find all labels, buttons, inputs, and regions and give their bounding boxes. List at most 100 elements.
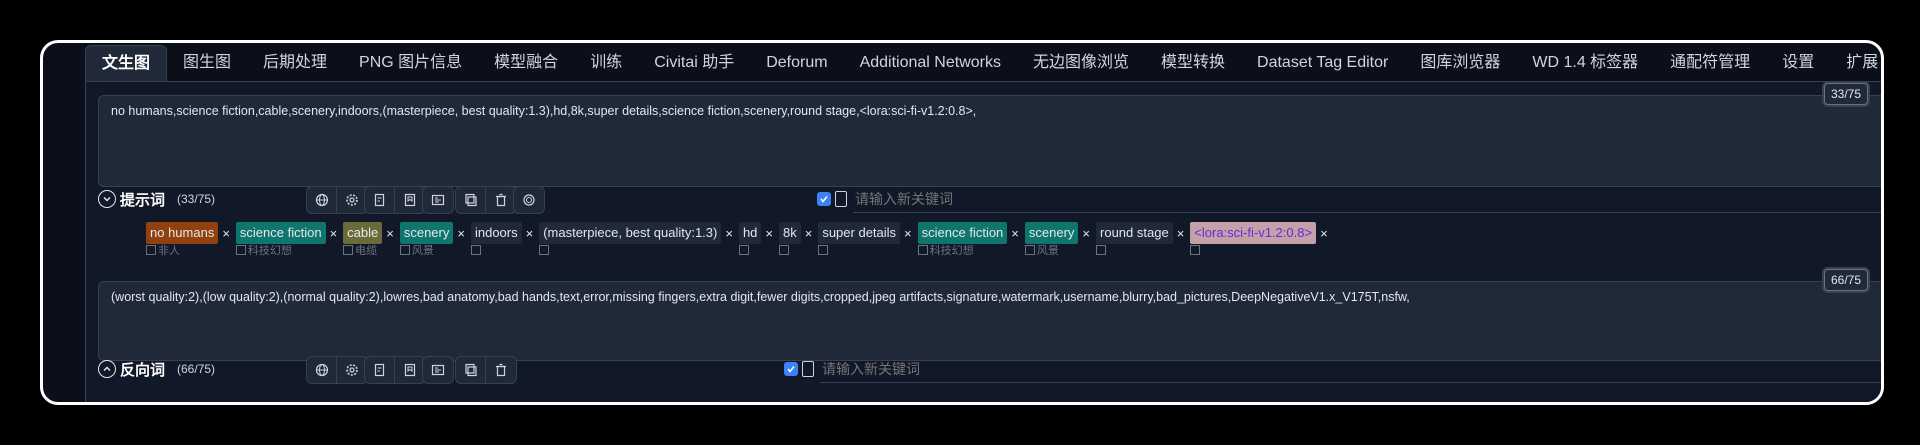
text-cursor-icon bbox=[835, 191, 847, 207]
negative-keyword-checkbox[interactable] bbox=[784, 362, 798, 376]
remove-tag-icon[interactable]: × bbox=[1320, 226, 1328, 241]
translate-button[interactable] bbox=[423, 187, 453, 213]
tab-1[interactable]: 图生图 bbox=[167, 45, 247, 81]
app-frame: 文生图 图生图 后期处理 PNG 图片信息 模型融合 训练 Civitai 助手 Deforu… bbox=[40, 40, 1884, 405]
text-cursor-icon bbox=[802, 361, 814, 377]
prompt-keyword-checkbox[interactable] bbox=[817, 192, 831, 206]
tag-text[interactable]: scenery bbox=[1024, 222, 1079, 244]
tab-12[interactable]: 图库浏览器 bbox=[1404, 45, 1516, 81]
translation-box-icon bbox=[399, 245, 410, 255]
translation-box-icon bbox=[235, 245, 246, 255]
copy-button[interactable] bbox=[456, 187, 486, 213]
tab-10[interactable]: 模型转换 bbox=[1145, 45, 1241, 81]
chevron-down-icon bbox=[98, 190, 116, 208]
prompt-keyword-input[interactable] bbox=[853, 190, 1881, 208]
tab-7[interactable]: Deforum bbox=[750, 45, 843, 81]
negative-edit-group bbox=[455, 356, 517, 384]
prompt-ai-group bbox=[513, 186, 545, 214]
prompt-textarea[interactable]: no humans,science fiction,cable,scenery,… bbox=[98, 95, 1881, 187]
tag-text[interactable]: indoors bbox=[470, 222, 522, 244]
tag-text[interactable]: (masterpiece, best quality:1.3) bbox=[539, 222, 722, 244]
tag-chip[interactable]: round stage × bbox=[1096, 222, 1184, 262]
tag-translation bbox=[779, 244, 812, 258]
openai-button[interactable] bbox=[514, 187, 544, 213]
tag-chip[interactable]: indoors × bbox=[470, 222, 534, 262]
negative-settings-group bbox=[306, 356, 368, 384]
trash-button[interactable] bbox=[486, 187, 516, 213]
tag-chip[interactable]: (masterpiece, best quality:1.3) × bbox=[539, 222, 733, 262]
bookmark-button[interactable] bbox=[395, 357, 425, 383]
negative-section-toggle[interactable]: 反向词 (66/75) bbox=[98, 354, 215, 384]
remove-tag-icon[interactable]: × bbox=[526, 226, 534, 241]
prompt-section-toggle[interactable]: 提示词 (33/75) bbox=[98, 184, 215, 214]
tag-text[interactable]: super details bbox=[818, 222, 901, 244]
tab-0[interactable]: 文生图 bbox=[85, 45, 168, 81]
tab-15[interactable]: 设置 bbox=[1766, 45, 1830, 81]
tag-chip[interactable]: cable × 电缆 bbox=[343, 222, 394, 262]
negative-label: 反向词 bbox=[120, 361, 166, 379]
remove-tag-icon[interactable]: × bbox=[725, 226, 733, 241]
translation-box-icon bbox=[343, 245, 354, 255]
gear-icon bbox=[345, 193, 359, 207]
tag-text[interactable]: round stage bbox=[1096, 222, 1173, 244]
clipboard-edit-button[interactable] bbox=[365, 187, 395, 213]
globe-button[interactable] bbox=[307, 187, 337, 213]
negative-keyword-input[interactable] bbox=[820, 360, 1864, 378]
remove-tag-icon[interactable]: × bbox=[904, 226, 912, 241]
tab-3[interactable]: PNG 图片信息 bbox=[343, 45, 478, 81]
remove-tag-icon[interactable]: × bbox=[1082, 226, 1090, 241]
tab-2[interactable]: 后期处理 bbox=[247, 45, 343, 81]
tag-translation bbox=[1190, 244, 1327, 258]
tab-9[interactable]: 无边图像浏览 bbox=[1017, 45, 1145, 81]
remove-tag-icon[interactable]: × bbox=[330, 226, 338, 241]
remove-tag-icon[interactable]: × bbox=[1011, 226, 1019, 241]
translate-button[interactable] bbox=[423, 357, 453, 383]
tag-chip[interactable]: science fiction × 科技幻想 bbox=[235, 222, 338, 262]
remove-tag-icon[interactable]: × bbox=[805, 226, 813, 241]
gear-button[interactable] bbox=[337, 187, 367, 213]
translation-box-icon bbox=[1096, 245, 1107, 255]
tab-8[interactable]: Additional Networks bbox=[844, 45, 1017, 81]
tab-11[interactable]: Dataset Tag Editor bbox=[1241, 45, 1404, 81]
negative-toolbar: 反向词 (66/75) bbox=[98, 354, 1881, 384]
remove-tag-icon[interactable]: × bbox=[386, 226, 394, 241]
tag-text[interactable]: science fiction bbox=[235, 222, 326, 244]
remove-tag-icon[interactable]: × bbox=[222, 226, 230, 241]
tag-text[interactable]: science fiction bbox=[917, 222, 1008, 244]
gear-button[interactable] bbox=[337, 357, 367, 383]
tab-5[interactable]: 训练 bbox=[574, 45, 638, 81]
remove-tag-icon[interactable]: × bbox=[765, 226, 773, 241]
tag-text[interactable]: cable bbox=[343, 222, 383, 244]
translation-box-icon bbox=[779, 245, 789, 255]
prompt-translate-group bbox=[422, 186, 454, 214]
negative-prompt-textarea[interactable]: (worst quality:2),(low quality:2),(norma… bbox=[98, 281, 1881, 361]
tab-4[interactable]: 模型融合 bbox=[478, 45, 574, 81]
tab-6[interactable]: Civitai 助手 bbox=[638, 45, 750, 81]
tag-chip[interactable]: super details × bbox=[818, 222, 912, 262]
tag-text[interactable]: no humans bbox=[146, 222, 219, 244]
tag-text[interactable]: hd bbox=[738, 222, 762, 244]
copy-button[interactable] bbox=[456, 357, 486, 383]
remove-tag-icon[interactable]: × bbox=[1177, 226, 1185, 241]
tag-chip[interactable]: no humans × 非人 bbox=[146, 222, 230, 262]
bookmark-button[interactable] bbox=[395, 187, 425, 213]
tag-chip[interactable]: science fiction × 科技幻想 bbox=[917, 222, 1019, 262]
tab-13[interactable]: WD 1.4 标签器 bbox=[1516, 45, 1654, 81]
tag-text[interactable]: 8k bbox=[779, 222, 801, 244]
remove-tag-icon[interactable]: × bbox=[457, 226, 465, 241]
globe-button[interactable] bbox=[307, 357, 337, 383]
tag-chip[interactable]: scenery × 风景 bbox=[399, 222, 465, 262]
tag-translation: 科技幻想 bbox=[917, 244, 1019, 258]
tag-chip[interactable]: hd × bbox=[738, 222, 773, 262]
tag-translation-text: 科技幻想 bbox=[929, 245, 974, 257]
tab-16[interactable]: 扩展 bbox=[1830, 45, 1881, 81]
tag-text[interactable]: <lora:sci-fi-v1.2:0.8> bbox=[1190, 222, 1317, 244]
tab-14[interactable]: 通配符管理 bbox=[1654, 45, 1766, 81]
prompt-label: 提示词 bbox=[120, 191, 166, 209]
tag-chip[interactable]: scenery × 风景 bbox=[1024, 222, 1090, 262]
tag-chip[interactable]: <lora:sci-fi-v1.2:0.8> × bbox=[1190, 222, 1328, 262]
clipboard-edit-button[interactable] bbox=[365, 357, 395, 383]
tag-text[interactable]: scenery bbox=[399, 222, 454, 244]
trash-button[interactable] bbox=[486, 357, 516, 383]
tag-chip[interactable]: 8k × bbox=[779, 222, 812, 262]
